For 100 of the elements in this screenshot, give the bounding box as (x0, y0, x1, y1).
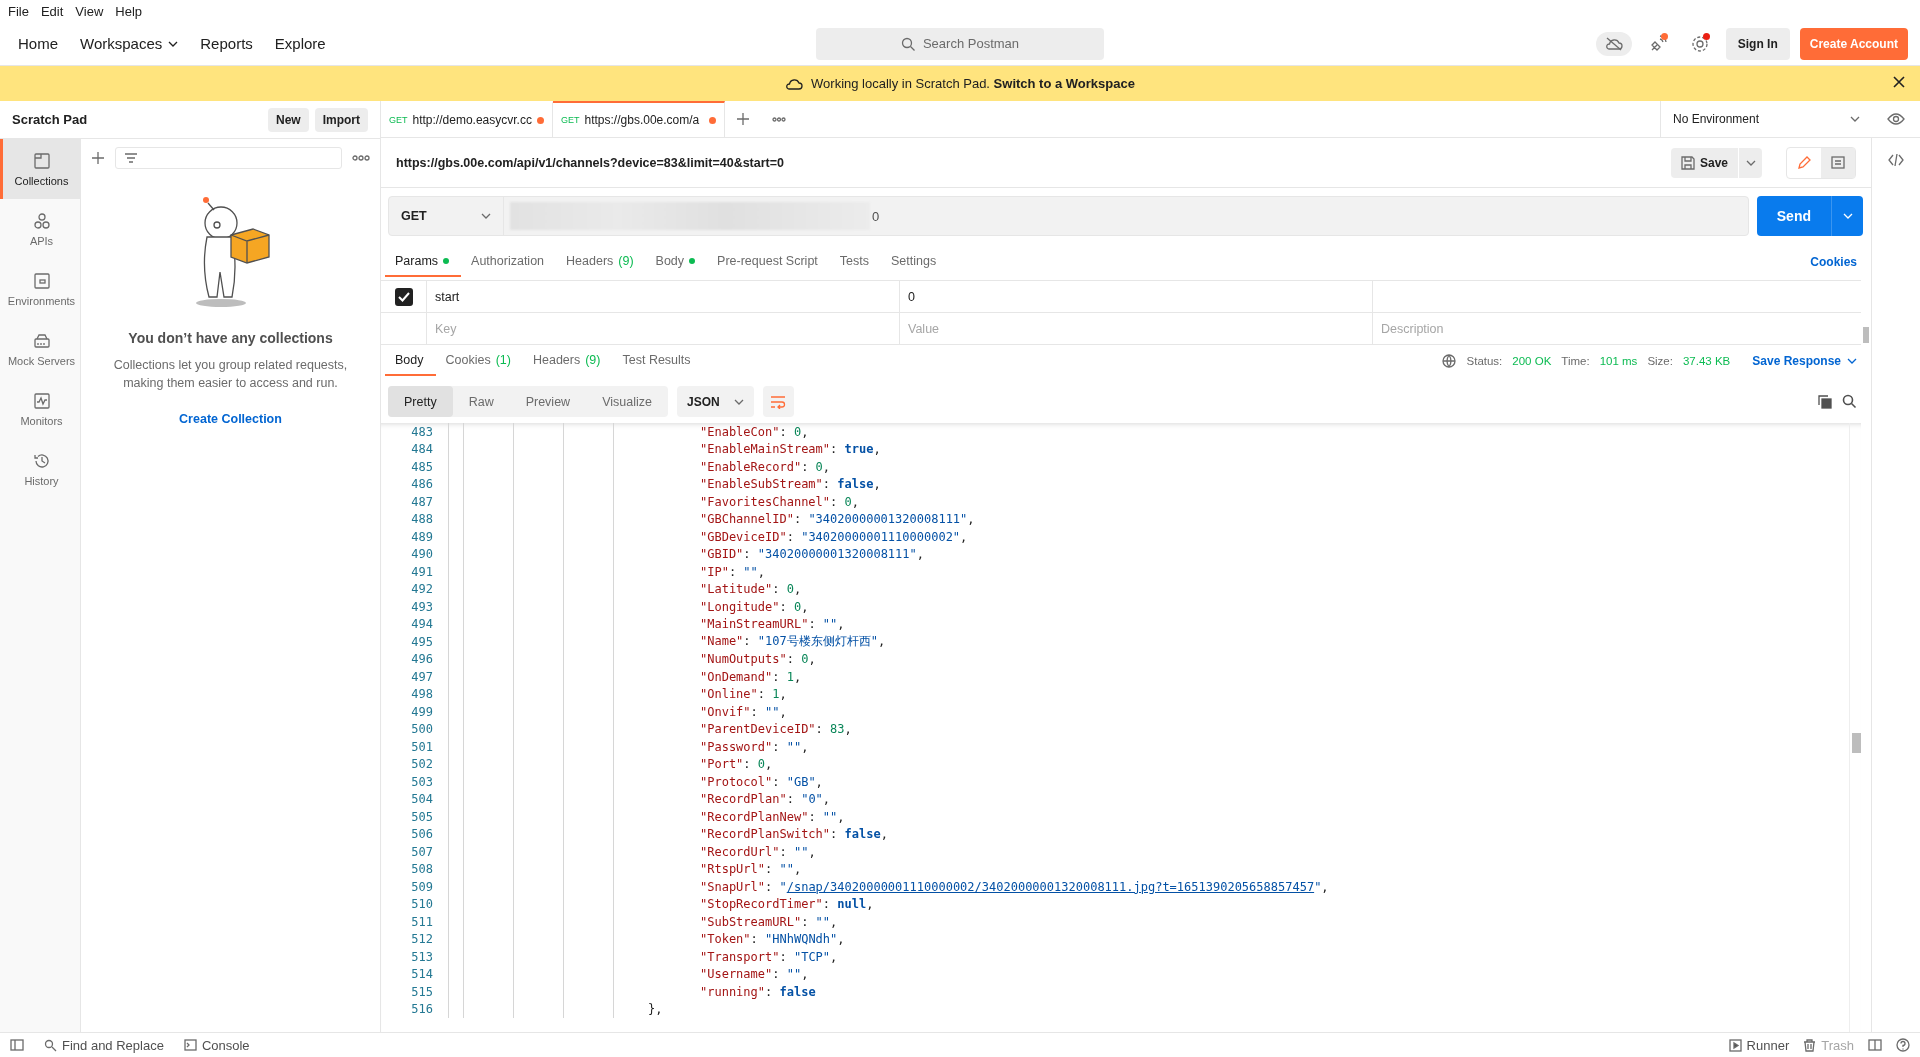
two-pane-icon[interactable] (1868, 1039, 1882, 1051)
line-number: 499 (410, 704, 433, 719)
line-number: 490 (410, 547, 433, 562)
sidebar-nav-item[interactable]: Mock Servers (0, 319, 80, 379)
more-icon[interactable] (772, 116, 786, 122)
nav-link[interactable]: Home (12, 31, 64, 56)
status-bar-button[interactable]: Runner (1728, 1037, 1790, 1053)
filter-field[interactable] (115, 147, 342, 169)
view-mode-tab[interactable]: Pretty (388, 386, 453, 417)
response-tab[interactable]: Cookies (1) (435, 346, 523, 376)
caret-icon (168, 40, 179, 47)
plus-icon[interactable] (91, 151, 105, 165)
line-number: 501 (410, 739, 433, 754)
code-line: "RecordPlan": "0", (700, 792, 831, 807)
code-icon[interactable] (1888, 154, 1904, 166)
status-value: 37.43 KB (1682, 355, 1731, 367)
save-response-dropdown[interactable]: Save Response (1752, 354, 1857, 368)
menu-item[interactable]: File (4, 3, 33, 19)
param-value-cell[interactable]: 0 (899, 281, 1372, 312)
response-tab[interactable]: Body (385, 346, 436, 376)
notification-dot (1660, 32, 1668, 40)
sign-in-button[interactable]: Sign In (1725, 27, 1790, 60)
caret-icon (1850, 116, 1860, 122)
status-bar-button[interactable]: Console (183, 1037, 250, 1053)
code-line: "OnDemand": 1, (700, 669, 802, 684)
line-number: 510 (410, 897, 433, 912)
view-mode-tab[interactable]: Raw (452, 386, 510, 417)
sidebar-nav-item[interactable]: Monitors (0, 379, 80, 439)
menu-item[interactable]: Help (111, 3, 147, 19)
wrap-lines-button[interactable] (762, 386, 794, 417)
code-line: "StopRecordTimer": null, (700, 897, 874, 912)
param-key-cell[interactable]: start (426, 281, 899, 312)
response-tab[interactable]: Headers (9) (522, 346, 613, 376)
monitor-icon (32, 391, 51, 410)
status-bar-button[interactable]: Find and Replace (44, 1037, 164, 1053)
line-number: 511 (410, 914, 433, 929)
create-collection-link[interactable]: Create Collection (179, 412, 282, 426)
code-line: "Username": "", (700, 967, 809, 982)
nav-link[interactable]: Explore (268, 31, 332, 56)
cloud-off-icon[interactable] (1595, 31, 1632, 56)
settings-icon[interactable] (1690, 34, 1709, 53)
nav-link[interactable]: Reports (194, 31, 259, 56)
view-mode-tab[interactable]: Preview (509, 386, 587, 417)
close-icon[interactable] (1892, 75, 1906, 89)
checkbox[interactable] (394, 287, 413, 306)
sidebar-nav-item[interactable]: Environments (0, 259, 80, 319)
sidebar-nav-item[interactable]: APIs (0, 199, 80, 259)
copy-icon[interactable] (1818, 394, 1832, 409)
plus-icon[interactable] (736, 112, 750, 126)
more-icon[interactable] (352, 155, 370, 161)
request-section-tab[interactable]: Params (385, 247, 462, 277)
code-line: "EnableCon": 0, (700, 424, 809, 439)
environment-icon (32, 271, 51, 290)
line-number: 502 (410, 757, 433, 772)
caret-icon (1745, 159, 1756, 166)
code-line: "Longitude": 0, (700, 599, 809, 614)
line-number: 498 (410, 687, 433, 702)
comments-button[interactable] (1821, 147, 1855, 178)
environment-dropdown[interactable]: No Environment (1660, 101, 1872, 137)
line-number: 495 (410, 634, 433, 649)
play-icon (1728, 1038, 1742, 1052)
circles-icon (32, 211, 51, 230)
status-label: Time: (1561, 355, 1590, 367)
notification-dot (1702, 32, 1710, 40)
line-number: 506 (410, 827, 433, 842)
response-tab[interactable]: Test Results (612, 346, 703, 376)
globe-icon (1440, 353, 1457, 369)
request-section-tab[interactable]: Headers (9) (556, 247, 646, 277)
search-icon (44, 1038, 57, 1052)
cookies-link[interactable]: Cookies (1810, 255, 1857, 269)
request-section-tab[interactable]: Authorization (461, 247, 557, 277)
status-label: Size: (1647, 355, 1673, 367)
format-dropdown[interactable]: JSON (676, 386, 754, 417)
request-section-tab[interactable]: Tests (829, 247, 881, 277)
menu-item[interactable]: View (71, 3, 108, 19)
request-section-tab[interactable]: Settings (881, 247, 949, 277)
search-field[interactable]: Search Postman (816, 27, 1104, 60)
request-section-tab[interactable]: Body (645, 247, 708, 277)
panel-icon[interactable] (10, 1039, 24, 1051)
code-line: "Port": 0, (700, 757, 773, 772)
console-icon (183, 1038, 197, 1052)
sidebar-button[interactable]: New (267, 107, 309, 132)
request-section-tab[interactable]: Pre-request Script (707, 247, 830, 277)
comment-icon (1831, 156, 1845, 169)
help-icon[interactable] (1896, 1038, 1910, 1052)
sidebar-nav-item[interactable]: History (0, 439, 80, 499)
code-line: "RecordUrl": "", (700, 844, 816, 859)
request-tab[interactable]: GET https://gbs.00e.com/a (553, 101, 725, 137)
search-icon[interactable] (1842, 394, 1857, 409)
eye-icon[interactable] (1887, 113, 1905, 125)
code-link[interactable]: /snap/34020000001110000002/34020000001320008111.jpg?t=1651390205658857457 (786, 879, 1315, 894)
line-number: 487 (410, 494, 433, 509)
menu-item[interactable]: Edit (36, 3, 68, 19)
scrollbar-thumb[interactable] (1863, 327, 1869, 343)
view-mode-tab[interactable]: Visualize (586, 386, 668, 417)
save-icon (1680, 155, 1695, 170)
sidebar-nav-item[interactable]: Collections (0, 139, 80, 199)
scrollbar-thumb[interactable] (1852, 733, 1861, 753)
nav-link[interactable]: Workspaces (74, 31, 185, 56)
sidebar-button[interactable]: Import (314, 107, 368, 132)
